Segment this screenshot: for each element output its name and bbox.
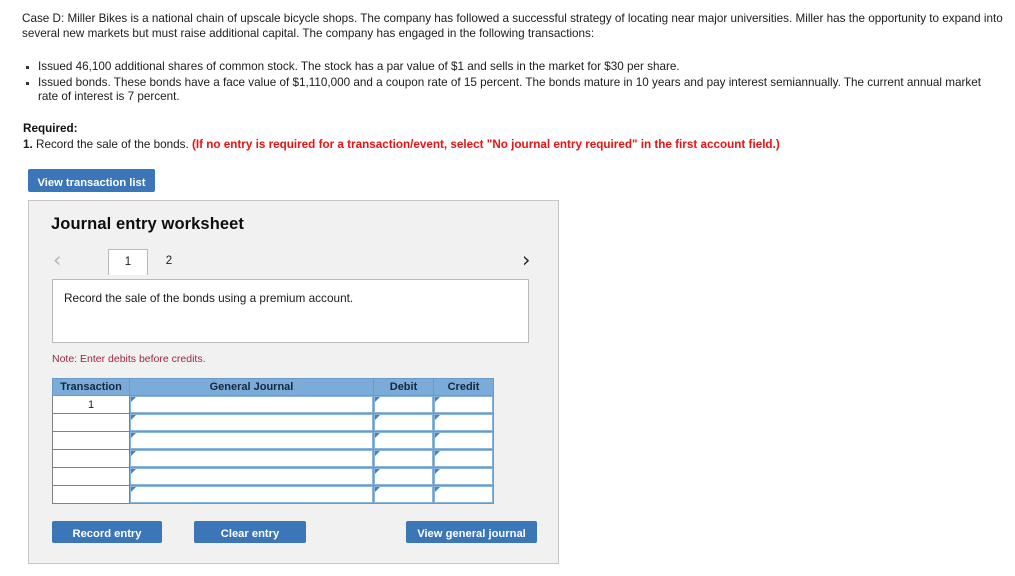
clear-entry-button[interactable]: Clear entry xyxy=(194,521,306,543)
table-row xyxy=(52,431,494,450)
tab-worksheet-1[interactable]: 1 xyxy=(108,249,148,275)
debit-input[interactable] xyxy=(373,413,434,432)
credit-input[interactable] xyxy=(433,449,494,468)
transaction-number-cell xyxy=(52,467,130,486)
general-journal-input[interactable] xyxy=(129,413,374,432)
column-header-credit: Credit xyxy=(433,378,494,396)
column-header-debit: Debit xyxy=(373,378,434,396)
worksheet-prompt-box: Record the sale of the bonds using a pre… xyxy=(52,279,529,343)
worksheet-prompt-text: Record the sale of the bonds using a pre… xyxy=(64,291,354,305)
view-transaction-list-button[interactable]: View transaction list xyxy=(28,169,155,192)
transaction-number-cell xyxy=(52,431,130,450)
tab-worksheet-2[interactable]: 2 xyxy=(149,249,189,275)
transaction-text: Issued 46,100 additional shares of commo… xyxy=(38,60,680,73)
transaction-text: Issued bonds. These bonds have a face va… xyxy=(38,75,981,104)
bullet-icon xyxy=(26,66,29,69)
required-item: 1. Record the sale of the bonds. (If no … xyxy=(23,137,923,152)
list-item: Issued bonds. These bonds have a face va… xyxy=(22,76,997,105)
table-header-row: Transaction General Journal Debit Credit xyxy=(52,378,494,396)
bullet-icon xyxy=(26,81,29,85)
worksheet-action-buttons: Record entry Clear entry View general jo… xyxy=(29,521,560,545)
chevron-right-icon[interactable]: › xyxy=(522,249,530,271)
journal-entry-table: Transaction General Journal Debit Credit… xyxy=(52,378,494,504)
debits-before-credits-note: Note: Enter debits before credits. xyxy=(52,353,206,365)
credit-input[interactable] xyxy=(433,467,494,486)
list-item: Issued 46,100 additional shares of commo… xyxy=(22,60,997,75)
required-item-text: Record the sale of the bonds. xyxy=(36,138,189,151)
debit-input[interactable] xyxy=(373,431,434,450)
column-header-general-journal: General Journal xyxy=(129,378,374,396)
case-paragraph: Case D: Miller Bikes is a national chain… xyxy=(22,12,1003,40)
journal-entry-worksheet-panel: Journal entry worksheet ‹ 1 2 › Record t… xyxy=(28,200,559,564)
debit-input[interactable] xyxy=(373,395,434,414)
record-entry-button[interactable]: Record entry xyxy=(52,521,162,543)
worksheet-tabs: ‹ 1 2 › xyxy=(29,247,560,275)
table-row xyxy=(52,413,494,432)
credit-input[interactable] xyxy=(433,413,494,432)
table-row xyxy=(52,467,494,486)
column-header-transaction: Transaction xyxy=(52,378,130,396)
required-label: Required: xyxy=(23,122,78,135)
required-item-number: 1. xyxy=(23,138,33,151)
transaction-number-cell xyxy=(52,485,130,504)
transaction-number-cell: 1 xyxy=(52,395,130,414)
general-journal-input[interactable] xyxy=(129,395,374,414)
view-general-journal-button[interactable]: View general journal xyxy=(406,521,537,543)
credit-input[interactable] xyxy=(433,395,494,414)
page-title: Journal entry worksheet xyxy=(51,215,245,233)
general-journal-input[interactable] xyxy=(129,449,374,468)
credit-input[interactable] xyxy=(433,485,494,504)
debit-input[interactable] xyxy=(373,467,434,486)
table-row xyxy=(52,449,494,468)
table-row xyxy=(52,485,494,504)
transaction-number-cell xyxy=(52,449,130,468)
table-row: 1 xyxy=(52,395,494,414)
general-journal-input[interactable] xyxy=(129,431,374,450)
credit-input[interactable] xyxy=(433,431,494,450)
transaction-number-cell xyxy=(52,413,130,432)
transaction-bullet-list: Issued 46,100 additional shares of commo… xyxy=(22,60,997,106)
general-journal-input[interactable] xyxy=(129,485,374,504)
chevron-left-icon[interactable]: ‹ xyxy=(53,249,61,271)
required-section: Required: 1. Record the sale of the bond… xyxy=(23,122,923,152)
debit-input[interactable] xyxy=(373,449,434,468)
debit-input[interactable] xyxy=(373,485,434,504)
required-item-note: (If no entry is required for a transacti… xyxy=(191,138,780,151)
general-journal-input[interactable] xyxy=(129,467,374,486)
